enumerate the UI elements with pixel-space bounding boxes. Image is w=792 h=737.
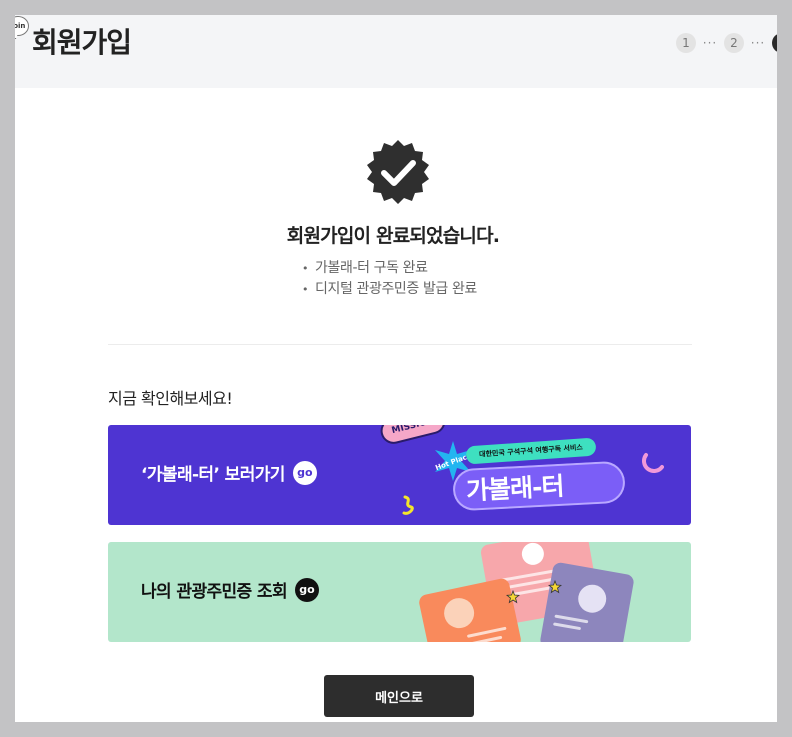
join-chat-icon: Join [15,16,29,36]
resident-card-banner[interactable]: 나의 관광주민증 조회 go [108,542,691,642]
moon-icon [642,453,664,473]
step-separator: ··· [702,36,718,50]
page-title: 회원가입 [32,26,132,59]
resident-card-illustration [417,577,523,642]
step-indicator: 1 ··· 2 ··· 3 [676,33,777,53]
star-icon [548,580,562,594]
go-icon: go [295,577,319,602]
step-separator: ··· [750,36,766,50]
star-icon [506,590,520,604]
brand-title: 가볼래-터 [465,471,565,506]
gabollaeteo-banner[interactable]: ‘가볼래-터’ 보러가기 go MISSION Hot Place 대한민국 구… [108,425,691,525]
banner-label: ‘가볼래-터’ 보러가기 go [141,460,317,485]
completion-list: 가볼래-터 구독 완료 디지털 관광주민증 발급 완료 [302,258,477,300]
completion-item-resident-card: 디지털 관광주민증 발급 완료 [302,279,477,300]
step-2: 2 [724,33,744,53]
banner-subtitle: 대한민국 구석구석 여행구독 서비스 [465,437,597,465]
step-3-current: 3 [772,33,777,53]
banner-label: 나의 관광주민증 조회 go [141,577,319,602]
squiggle-icon [402,495,414,515]
go-icon: go [292,460,317,485]
go-main-button[interactable]: 메인으로 [324,675,474,717]
resident-card-illustration [539,561,635,642]
verified-badge-check-icon [367,140,429,204]
banner-label-text: 나의 관광주민증 조회 [141,582,288,602]
completion-item-subscription: 가볼래-터 구독 완료 [302,258,477,279]
step-1: 1 [676,33,696,53]
completion-card: 회원가입이 완료되었습니다. 가볼래-터 구독 완료 디지털 관광주민증 발급 … [15,88,777,722]
signup-modal: Join 회원가입 1 ··· 2 ··· 3 회원가입이 완료되었습니다. 가… [15,15,777,722]
modal-header: Join 회원가입 1 ··· 2 ··· 3 [15,15,777,88]
banner-label-text: ‘가볼래-터’ 보러가기 [141,465,285,485]
completion-title: 회원가입이 완료되었습니다. [286,225,500,247]
divider [108,344,692,345]
section-heading: 지금 확인해보세요! [108,389,233,408]
